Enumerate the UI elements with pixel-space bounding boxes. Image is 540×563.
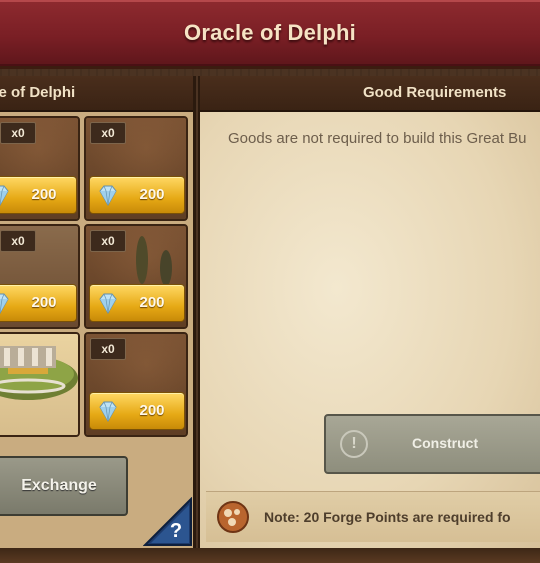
warning-icon: ! — [340, 430, 368, 458]
diamond-icon — [99, 185, 117, 207]
buy-with-diamonds-button[interactable]: 200 — [89, 392, 185, 430]
building-slot[interactable]: x0 200 — [84, 116, 188, 221]
price-amount: 200 — [139, 402, 165, 419]
slot-count: x0 — [0, 122, 36, 144]
price-amount: 200 — [139, 294, 165, 311]
building-slot[interactable]: x0 200 — [0, 116, 80, 221]
buy-with-diamonds-button[interactable]: 200 — [0, 176, 77, 214]
requirements-panel: Good Requirements Goods are not required… — [198, 76, 540, 548]
buy-with-diamonds-button[interactable]: 200 — [89, 176, 185, 214]
slot-count: x0 — [0, 230, 36, 252]
goods-requirement-text: Goods are not required to build this Gre… — [228, 130, 527, 147]
construct-button[interactable]: ! Construct — [324, 414, 540, 474]
construct-label: Construct — [412, 435, 479, 451]
building-slot[interactable]: x0 200 — [84, 224, 188, 329]
building-slot[interactable]: x0 200 — [84, 332, 188, 437]
slot-count: x0 — [90, 338, 126, 360]
exchange-button[interactable]: Exchange — [0, 456, 128, 516]
panel-header-left: cle of Delphi — [0, 76, 193, 112]
slot-count: x0 — [90, 230, 126, 252]
bottom-border — [0, 548, 540, 563]
diamond-icon — [0, 185, 9, 207]
help-icon[interactable]: ? — [143, 497, 193, 547]
panel-header-title: cle of Delphi — [0, 84, 76, 101]
price-amount: 200 — [139, 186, 165, 203]
cypress-trees-decoration — [136, 236, 172, 286]
title-bar: Oracle of Delphi — [0, 0, 540, 69]
forge-points-icon — [217, 501, 249, 533]
price-amount: 200 — [31, 294, 57, 311]
diamond-icon — [99, 401, 117, 423]
forge-points-note: Note: 20 Forge Points are required fo — [206, 491, 540, 542]
building-slot[interactable]: x0 200 — [0, 224, 80, 329]
building-slot-owned[interactable] — [0, 332, 80, 437]
oracle-building-image — [0, 346, 78, 400]
diamond-icon — [0, 293, 9, 315]
panel-header-title: Good Requirements — [363, 84, 507, 101]
price-amount: 200 — [31, 186, 57, 203]
panel-header-right: Good Requirements — [200, 76, 540, 112]
window-title: Oracle of Delphi — [184, 20, 356, 45]
buy-with-diamonds-button[interactable]: 200 — [89, 284, 185, 322]
slot-count: x0 — [90, 122, 126, 144]
buy-with-diamonds-button[interactable]: 200 — [0, 284, 77, 322]
help-glyph: ? — [170, 520, 182, 542]
diamond-icon — [99, 293, 117, 315]
note-text: Note: 20 Forge Points are required fo — [264, 509, 511, 525]
